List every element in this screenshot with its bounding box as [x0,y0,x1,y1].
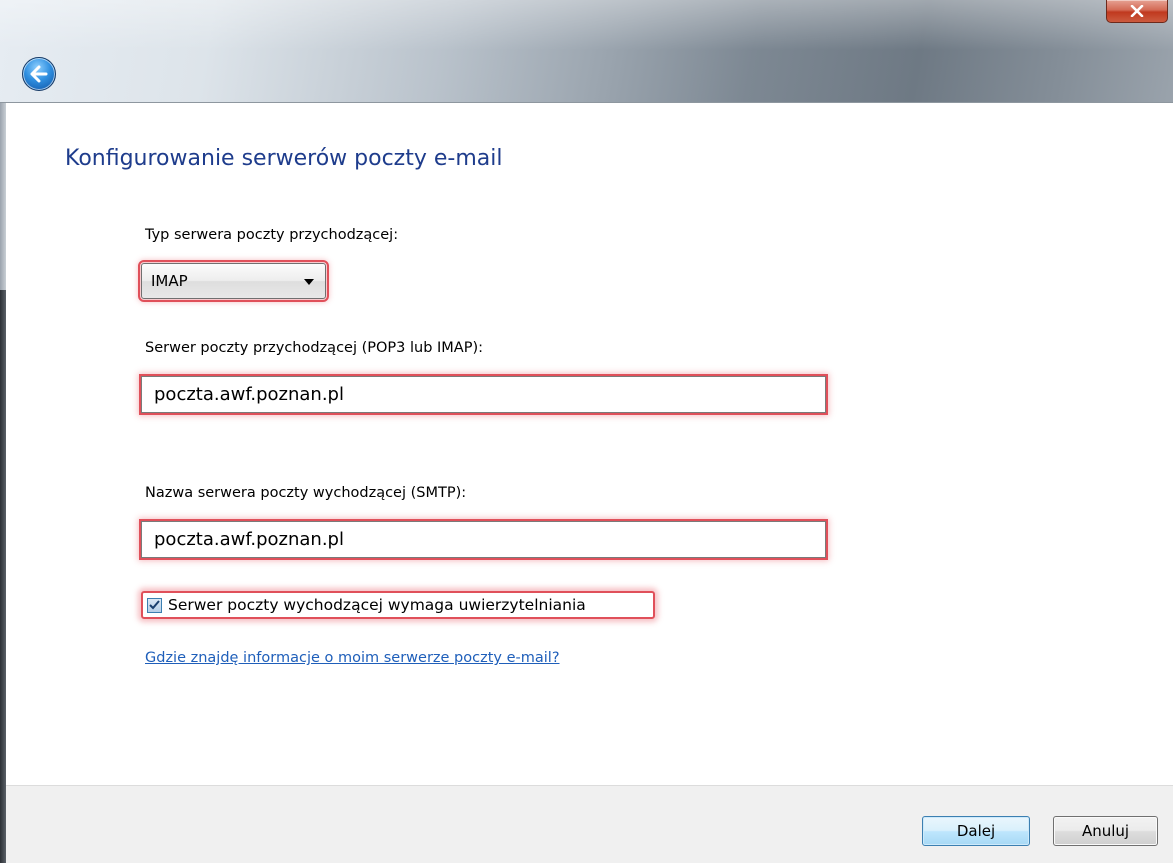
incoming-type-select[interactable]: IMAP [138,260,329,302]
window-border-shadow [0,290,6,863]
back-button[interactable] [22,57,56,91]
close-icon [1130,5,1144,17]
checkmark-icon [149,600,160,610]
checkbox-box[interactable] [147,597,162,613]
chevron-down-icon [304,279,314,285]
incoming-server-input[interactable] [139,374,828,415]
next-button[interactable]: Dalej [922,816,1030,846]
page-title: Konfigurowanie serwerów poczty e-mail [65,146,503,171]
cancel-button[interactable]: Anuluj [1053,816,1158,846]
auth-required-label: Serwer poczty wychodzącej wymaga uwierzy… [168,596,586,614]
server-info-help-link[interactable]: Gdzie znajdę informacje o moim serwerze … [145,650,560,666]
close-button[interactable] [1106,0,1168,23]
back-arrow-icon [30,65,48,83]
outgoing-server-input[interactable] [139,519,828,560]
title-bar [0,0,1173,103]
outgoing-server-label: Nazwa serwera poczty wychodzącej (SMTP): [145,485,467,501]
incoming-server-label: Serwer poczty przychodzącej (POP3 lub IM… [145,340,484,356]
auth-required-checkbox[interactable]: Serwer poczty wychodzącej wymaga uwierzy… [141,591,655,619]
incoming-type-label: Typ serwera poczty przychodzącej: [145,227,399,243]
email-setup-dialog: Konfigurowanie serwerów poczty e-mail Ty… [0,0,1173,863]
incoming-type-value: IMAP [151,272,188,290]
